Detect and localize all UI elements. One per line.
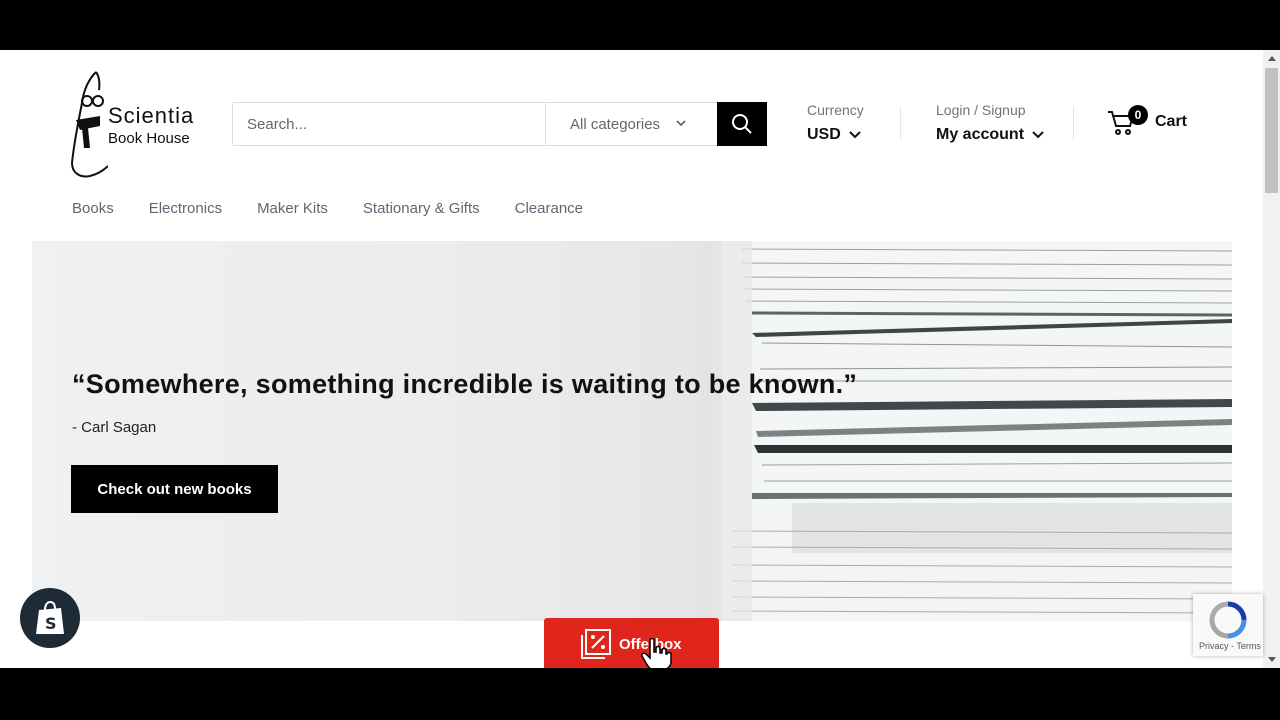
nav-item-books[interactable]: Books [72,200,114,217]
hero-quote: “Somewhere, something incredible is wait… [72,369,858,399]
page: Scientia Book House All categories Curre… [0,50,1280,668]
main-nav: Books Electronics Maker Kits Stationary … [72,200,583,217]
logo-subtitle: Book House [108,130,190,147]
logo-name: Scientia [108,103,195,128]
search-button[interactable] [717,102,767,146]
chevron-down-icon [849,131,861,139]
nav-item-stationary-gifts[interactable]: Stationary & Gifts [363,200,480,217]
svg-text:S: S [45,614,57,633]
scrollbar-thumb[interactable] [1265,68,1278,193]
hand-cursor-icon [641,638,672,668]
chevron-down-icon [676,120,686,127]
shopify-bag-icon: S [36,600,64,634]
category-select[interactable]: All categories [545,103,717,145]
cart-label: Cart [1155,113,1188,130]
login-signup-label: Login / Signup [936,102,1026,118]
currency-selector[interactable]: Currency USD [807,102,864,144]
account-menu[interactable]: Login / Signup My account [936,102,1044,144]
search-bar: All categories [232,102,767,146]
category-label: All categories [570,115,661,133]
nav-item-maker-kits[interactable]: Maker Kits [257,200,328,217]
check-out-new-books-button[interactable]: Check out new books [71,465,278,513]
hero-banner: “Somewhere, something incredible is wait… [32,241,1232,621]
percent-tag-icon [581,629,611,659]
page-scrollbar[interactable] [1263,50,1280,668]
recaptcha-terms[interactable]: Privacy - Terms [1199,641,1261,651]
search-icon [732,114,752,134]
recaptcha-badge[interactable]: Privacy - Terms [1193,594,1263,656]
recaptcha-icon [1209,601,1247,639]
divider [900,106,901,140]
site-logo[interactable]: Scientia Book House [70,68,195,180]
my-account-label: My account [936,126,1025,143]
offerbox-button[interactable]: Offerbox [544,618,719,668]
book-stack-image [712,241,1232,621]
cart-button[interactable]: 0 Cart [1107,105,1188,136]
chevron-down-icon [1032,131,1044,139]
divider [1073,106,1074,140]
currency-value: USD [807,126,841,143]
scroll-down-arrow-icon[interactable] [1268,657,1276,662]
shopify-chat-button[interactable]: S [20,588,80,648]
search-input[interactable] [233,103,545,145]
nav-item-clearance[interactable]: Clearance [515,200,583,217]
currency-label: Currency [807,102,864,118]
ghost-logo-icon [70,71,109,178]
scroll-up-arrow-icon[interactable] [1268,56,1276,61]
nav-item-electronics[interactable]: Electronics [149,200,222,217]
hero-quote-author: - Carl Sagan [72,419,157,436]
cart-count-badge: 0 [1128,105,1148,125]
